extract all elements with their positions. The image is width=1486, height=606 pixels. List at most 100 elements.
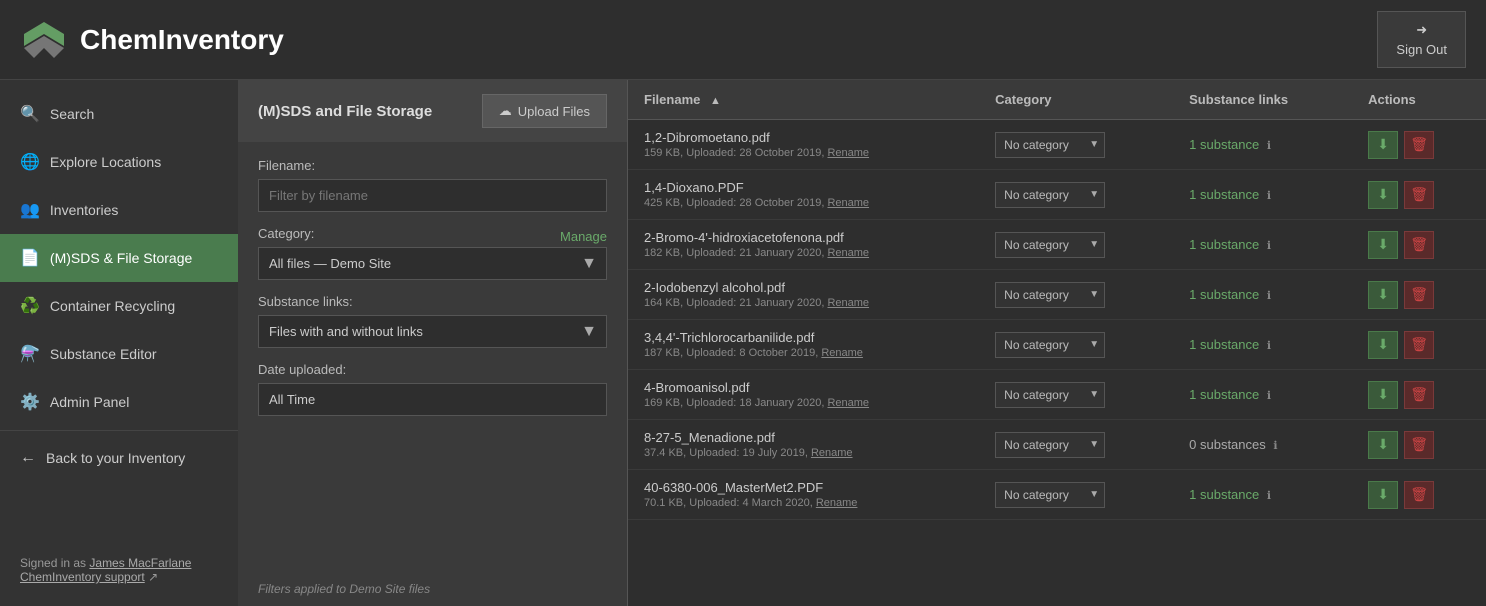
upload-files-button[interactable]: ☁ Upload Files xyxy=(482,94,607,128)
main-layout: 🔍 Search 🌐 Explore Locations 👥 Inventori… xyxy=(0,80,1486,606)
substance-link[interactable]: 1 substance xyxy=(1189,137,1259,152)
substance-link[interactable]: 1 substance xyxy=(1189,287,1259,302)
action-buttons: ⬇ 🗑 xyxy=(1368,231,1470,259)
delete-button[interactable]: 🗑 xyxy=(1404,281,1434,309)
sidebar-footer: Signed in as James MacFarlane ChemInvent… xyxy=(0,544,238,596)
cell-substance-links-0: 1 substance ℹ xyxy=(1173,120,1352,170)
delete-button[interactable]: 🗑 xyxy=(1404,231,1434,259)
info-icon[interactable]: ℹ xyxy=(1267,290,1271,302)
rename-link[interactable]: Rename xyxy=(811,447,853,459)
substance-link[interactable]: 1 substance xyxy=(1189,187,1259,202)
info-icon[interactable]: ℹ xyxy=(1273,440,1277,452)
cell-filename-3: 2-Iodobenzyl alcohol.pdf 164 KB, Uploade… xyxy=(628,270,979,320)
download-button[interactable]: ⬇ xyxy=(1368,381,1398,409)
col-filename[interactable]: Filename ▲ xyxy=(628,80,979,120)
category-cell: No category ▼ xyxy=(995,382,1105,408)
file-meta: 37.4 KB, Uploaded: 19 July 2019, Rename xyxy=(644,447,963,459)
rename-link[interactable]: Rename xyxy=(827,197,869,209)
rename-link[interactable]: Rename xyxy=(827,397,869,409)
download-button[interactable]: ⬇ xyxy=(1368,181,1398,209)
back-arrow-icon: ← xyxy=(20,449,36,467)
info-icon[interactable]: ℹ xyxy=(1267,490,1271,502)
document-icon: 📄 xyxy=(20,248,40,268)
delete-button[interactable]: 🗑 xyxy=(1404,181,1434,209)
sidebar-item-back-to-inventory[interactable]: ← Back to your Inventory xyxy=(0,435,238,481)
rename-link[interactable]: Rename xyxy=(827,247,869,259)
file-table-area: Filename ▲ Category Substance links Acti… xyxy=(628,80,1486,606)
sidebar-item-container-recycling[interactable]: ♻️ Container Recycling xyxy=(0,282,238,330)
sidebar-item-explore-locations[interactable]: 🌐 Explore Locations xyxy=(0,138,238,186)
info-icon[interactable]: ℹ xyxy=(1267,190,1271,202)
sidebar-item-admin-panel[interactable]: ⚙️ Admin Panel xyxy=(0,378,238,426)
flask-icon: ⚗️ xyxy=(20,344,40,364)
rename-link[interactable]: Rename xyxy=(827,147,869,159)
file-table: Filename ▲ Category Substance links Acti… xyxy=(628,80,1486,520)
download-button[interactable]: ⬇ xyxy=(1368,131,1398,159)
cell-actions-1: ⬇ 🗑 xyxy=(1352,170,1486,220)
substance-link[interactable]: 1 substance xyxy=(1189,337,1259,352)
download-button[interactable]: ⬇ xyxy=(1368,231,1398,259)
cell-category-7: No category ▼ xyxy=(979,470,1173,520)
category-cell: No category ▼ xyxy=(995,232,1105,258)
substance-link[interactable]: 1 substance xyxy=(1189,487,1259,502)
category-select-row[interactable]: No category xyxy=(995,132,1105,158)
col-category: Category xyxy=(979,80,1173,120)
substance-links-select[interactable]: Files with and without links xyxy=(258,315,607,348)
filename-text: 1,2-Dibromoetano.pdf xyxy=(644,130,963,145)
file-meta: 70.1 KB, Uploaded: 4 March 2020, Rename xyxy=(644,497,963,509)
date-uploaded-input[interactable] xyxy=(258,383,607,416)
substance-link[interactable]: 1 substance xyxy=(1189,237,1259,252)
download-button[interactable]: ⬇ xyxy=(1368,331,1398,359)
filter-footer: Filters applied to Demo Site files xyxy=(238,572,627,606)
delete-button[interactable]: 🗑 xyxy=(1404,131,1434,159)
sidebar-item-search[interactable]: 🔍 Search xyxy=(0,90,238,138)
filter-panel: (M)SDS and File Storage ☁ Upload Files F… xyxy=(238,80,628,606)
info-icon[interactable]: ℹ xyxy=(1267,390,1271,402)
category-select-row[interactable]: No category xyxy=(995,432,1105,458)
filename-input[interactable] xyxy=(258,179,607,212)
delete-button[interactable]: 🗑 xyxy=(1404,381,1434,409)
rename-link[interactable]: Rename xyxy=(821,347,863,359)
cell-actions-2: ⬇ 🗑 xyxy=(1352,220,1486,270)
category-select-row[interactable]: No category xyxy=(995,382,1105,408)
substance-link[interactable]: 1 substance xyxy=(1189,387,1259,402)
sidebar-item-msds[interactable]: 📄 (M)SDS & File Storage xyxy=(0,234,238,282)
info-icon[interactable]: ℹ xyxy=(1267,340,1271,352)
category-select-row[interactable]: No category xyxy=(995,182,1105,208)
download-button[interactable]: ⬇ xyxy=(1368,431,1398,459)
rename-link[interactable]: Rename xyxy=(827,297,869,309)
sidebar-item-substance-editor[interactable]: ⚗️ Substance Editor xyxy=(0,330,238,378)
external-link-icon: ↗ xyxy=(148,570,158,584)
support-link[interactable]: ChemInventory support xyxy=(20,570,145,584)
sidebar-item-inventories[interactable]: 👥 Inventories xyxy=(0,186,238,234)
download-button[interactable]: ⬇ xyxy=(1368,481,1398,509)
download-button[interactable]: ⬇ xyxy=(1368,281,1398,309)
sidebar-divider xyxy=(0,430,238,431)
info-icon[interactable]: ℹ xyxy=(1267,240,1271,252)
filename-filter-group: Filename: xyxy=(258,158,607,212)
substance-link[interactable]: 0 substances xyxy=(1189,437,1266,452)
delete-button[interactable]: 🗑 xyxy=(1404,331,1434,359)
category-select-row[interactable]: No category xyxy=(995,232,1105,258)
user-name-link[interactable]: James MacFarlane xyxy=(89,556,191,570)
cell-category-3: No category ▼ xyxy=(979,270,1173,320)
filename-label: Filename: xyxy=(258,158,607,173)
category-select-row[interactable]: No category xyxy=(995,332,1105,358)
category-select-row[interactable]: No category xyxy=(995,482,1105,508)
filename-text: 4-Bromoanisol.pdf xyxy=(644,380,963,395)
category-select-row[interactable]: No category xyxy=(995,282,1105,308)
category-select[interactable]: All files — Demo Site xyxy=(258,247,607,280)
sign-out-button[interactable]: ➜ Sign Out xyxy=(1377,11,1466,68)
info-icon[interactable]: ℹ xyxy=(1267,140,1271,152)
delete-button[interactable]: 🗑 xyxy=(1404,481,1434,509)
action-buttons: ⬇ 🗑 xyxy=(1368,281,1470,309)
rename-link[interactable]: Rename xyxy=(816,497,858,509)
col-substance-links: Substance links xyxy=(1173,80,1352,120)
delete-button[interactable]: 🗑 xyxy=(1404,431,1434,459)
cell-category-2: No category ▼ xyxy=(979,220,1173,270)
logo-icon xyxy=(20,20,68,60)
substance-links-select-wrapper: Files with and without links ▼ xyxy=(258,315,607,348)
manage-categories-link[interactable]: Manage xyxy=(560,229,607,244)
sidebar: 🔍 Search 🌐 Explore Locations 👥 Inventori… xyxy=(0,80,238,606)
gear-icon: ⚙️ xyxy=(20,392,40,412)
